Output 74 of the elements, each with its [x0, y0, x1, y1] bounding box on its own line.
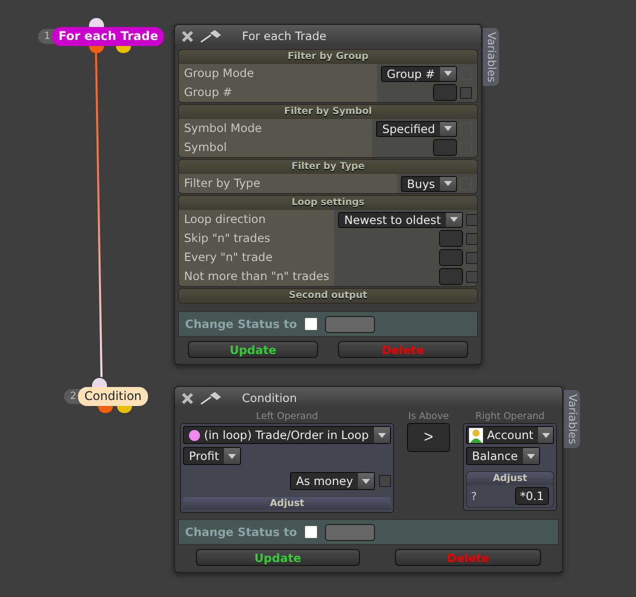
close-icon[interactable]	[181, 392, 194, 404]
node-label[interactable]: For each Trade	[52, 27, 164, 46]
dropdown[interactable]: Account	[466, 426, 554, 444]
section-header: Filter by Type	[179, 160, 477, 174]
color-field[interactable]	[325, 524, 376, 540]
checkbox[interactable]	[379, 475, 391, 487]
operator-button[interactable]: >	[407, 423, 450, 452]
adjust-bar[interactable]: Adjust	[183, 497, 391, 510]
checkbox[interactable]	[466, 252, 477, 264]
field-label: Every "n" trade	[179, 248, 334, 267]
field-label: Skip "n" trades	[179, 229, 334, 248]
checkbox[interactable]	[466, 232, 477, 244]
field-label: Filter by Type	[179, 174, 398, 193]
variables-tab[interactable]: Variables	[483, 28, 499, 86]
panel-title: Condition	[242, 391, 297, 405]
output-port[interactable]	[98, 406, 113, 413]
checkbox[interactable]	[466, 214, 477, 226]
caret-icon[interactable]	[440, 176, 456, 190]
field-label: Symbol Mode	[179, 119, 372, 138]
section-header: Filter by Group	[179, 50, 477, 64]
section-header: Second output	[179, 289, 477, 303]
caret-icon[interactable]	[446, 212, 462, 226]
input-field[interactable]	[433, 84, 457, 101]
dropdown[interactable]: Balance	[466, 447, 540, 465]
checkbox[interactable]	[460, 86, 472, 98]
update-button[interactable]: Update	[196, 549, 360, 566]
input-field[interactable]	[438, 268, 463, 285]
input-field[interactable]	[438, 230, 463, 247]
output-port[interactable]	[116, 46, 131, 53]
column-heading: Right Operand	[474, 411, 546, 423]
close-icon[interactable]	[181, 30, 194, 42]
checkbox[interactable]	[466, 270, 477, 282]
caret-icon[interactable]	[440, 66, 456, 80]
adjust-value[interactable]: *0.1	[514, 487, 549, 505]
field-label: Loop direction	[179, 210, 334, 229]
field-label: Symbol	[179, 138, 372, 157]
checkbox[interactable]	[305, 526, 318, 538]
input-field[interactable]	[433, 139, 457, 156]
caret-icon[interactable]	[374, 427, 390, 443]
column-heading: Left Operand	[254, 411, 320, 423]
person-icon	[469, 428, 483, 442]
output-port[interactable]	[117, 406, 132, 413]
help-label: ?	[471, 490, 477, 502]
color-field[interactable]	[325, 316, 376, 332]
dropdown[interactable]: Newest to oldest	[338, 212, 463, 228]
column-heading: Is Above	[408, 411, 449, 423]
caret-icon[interactable]	[440, 122, 456, 136]
output-port[interactable]	[89, 46, 104, 53]
caret-icon[interactable]	[224, 448, 240, 464]
checkbox[interactable]	[305, 318, 318, 330]
update-button[interactable]: Update	[188, 341, 318, 358]
dropdown[interactable]: As money	[290, 472, 375, 490]
pin-icon[interactable]	[200, 29, 222, 43]
panel-title: For each Trade	[242, 29, 326, 43]
field-label: Group #	[179, 83, 377, 102]
field-label: Group Mode	[179, 64, 377, 83]
caret-icon[interactable]	[358, 473, 374, 489]
caret-icon[interactable]	[522, 448, 539, 464]
section-header: Loop settings	[179, 196, 477, 210]
field-label: Not more than "n" trades	[179, 267, 334, 286]
node-label[interactable]: Condition	[78, 387, 148, 406]
input-field[interactable]	[438, 249, 463, 266]
dropdown[interactable]: Profit	[183, 447, 241, 465]
input-port[interactable]	[89, 18, 104, 27]
circle-icon	[189, 430, 200, 440]
adjust-bar: Adjust	[467, 472, 553, 485]
status-label: Change Status to	[185, 317, 298, 331]
pin-icon[interactable]	[200, 391, 222, 405]
dropdown[interactable]: (in loop) Trade/Order in Loop	[183, 426, 391, 444]
section-header: Filter by Symbol	[179, 105, 477, 119]
status-label: Change Status to	[185, 525, 298, 539]
input-port[interactable]	[92, 378, 107, 387]
caret-icon[interactable]	[538, 427, 553, 443]
variables-tab[interactable]: Variables	[564, 390, 580, 448]
